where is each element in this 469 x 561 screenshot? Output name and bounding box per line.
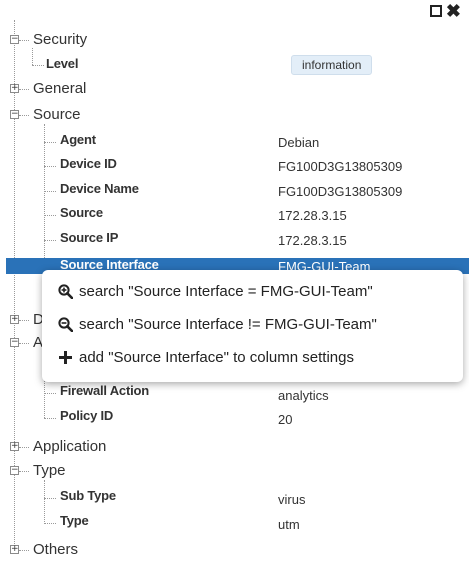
expand-icon[interactable]: + [10,442,19,451]
field-key: Firewall Action [60,383,149,398]
field-value: 20 [278,412,293,427]
expand-icon[interactable]: + [10,545,19,554]
collapse-icon[interactable]: − [10,110,19,119]
expand-icon[interactable]: + [10,315,19,324]
field-value: FG100D3G13805309 [278,159,403,174]
collapse-icon[interactable]: − [10,35,19,44]
field-key: Source [60,205,103,220]
expand-icon[interactable]: + [10,84,19,93]
field-key: Type [60,513,89,528]
field-key: Policy ID [60,408,114,423]
field-key: Agent [60,132,96,147]
collapse-icon[interactable]: − [10,338,19,347]
tree-node-general[interactable]: General [33,80,86,97]
field-key: Device Name [60,181,139,196]
field-value: 172.28.3.15 [278,208,347,223]
field-value: FG100D3G13805309 [278,184,403,199]
collapse-icon[interactable]: − [10,466,19,475]
menu-item-search-not-equals[interactable]: search "Source Interface != FMG-GUI-Team… [58,316,377,333]
field-key: Sub Type [60,488,116,503]
tree-node-source[interactable]: Source [33,106,81,123]
tree-node-type[interactable]: Type [33,462,66,479]
zoom-in-icon [58,284,74,300]
field-value: utm [278,517,300,532]
tree-node-application[interactable]: Application [33,438,106,455]
field-value: analytics [278,388,329,403]
zoom-out-icon [58,317,74,333]
menu-item-label: search "Source Interface = FMG-GUI-Team" [79,283,373,300]
context-menu: search "Source Interface = FMG-GUI-Team"… [42,270,463,382]
tree-node-others[interactable]: Others [33,541,78,558]
menu-item-label: search "Source Interface != FMG-GUI-Team… [79,316,377,333]
tree-node-security[interactable]: Security [33,31,87,48]
level-badge: information [291,55,373,75]
plus-icon [58,350,73,365]
field-key: Source IP [60,230,119,245]
field-key: Device ID [60,156,117,171]
field-value: Debian [278,135,320,150]
field-key: Level [46,56,79,71]
menu-item-add-column[interactable]: add "Source Interface" to column setting… [58,349,354,366]
menu-item-search-equals[interactable]: search "Source Interface = FMG-GUI-Team" [58,283,373,300]
field-value: virus [278,492,306,507]
field-value: 172.28.3.15 [278,233,347,248]
menu-item-label: add "Source Interface" to column setting… [79,349,354,366]
